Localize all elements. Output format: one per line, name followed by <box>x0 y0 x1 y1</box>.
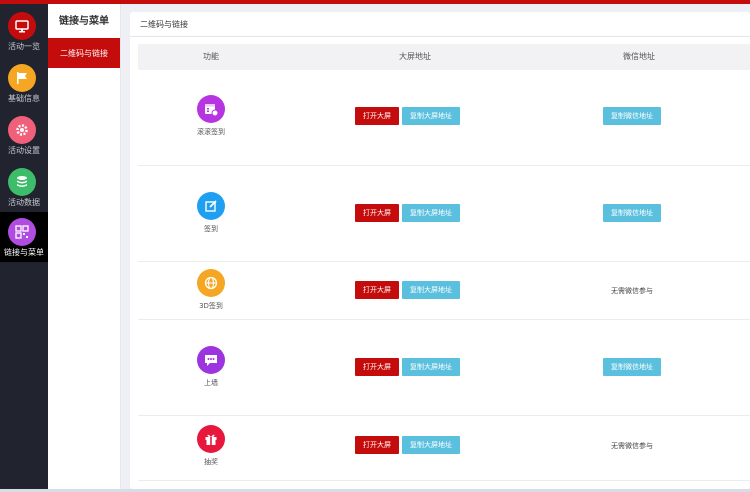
sidebar-item-label: 链接与菜单 <box>4 248 44 257</box>
sidebar-item-label: 活动数据 <box>8 198 40 207</box>
submenu-item-qrcode-links[interactable]: 二维码与链接 <box>48 38 120 68</box>
gift-icon <box>197 425 225 453</box>
sidebar-item-activity-data[interactable]: 活动数据 <box>0 162 48 212</box>
header-wechat-url: 微信地址 <box>623 52 655 61</box>
feature-cell: 上墙 <box>138 346 284 388</box>
table-row: 3D签到 打开大屏 复制大屏地址 无需微信参与 <box>138 262 750 320</box>
table-row: 抽奖 打开大屏 复制大屏地址 无需微信参与 <box>138 416 750 481</box>
monitor-icon <box>8 12 36 40</box>
sidebar-item-basic-info[interactable]: 基础信息 <box>0 58 48 108</box>
sidebar-item-links-menu[interactable]: 链接与菜单 <box>0 212 48 262</box>
copy-screen-url-button[interactable]: 复制大屏地址 <box>402 204 460 222</box>
header-screen-url: 大屏地址 <box>399 52 431 61</box>
open-screen-button[interactable]: 打开大屏 <box>355 107 399 125</box>
calendar-checkin-icon <box>197 95 225 123</box>
feature-label: 上墙 <box>204 379 218 387</box>
table-header: 功能 大屏地址 微信地址 <box>138 44 750 70</box>
feature-label: 抽奖 <box>204 458 218 466</box>
panel-divider <box>130 36 750 37</box>
copy-wechat-url-button[interactable]: 复制微信地址 <box>603 358 661 376</box>
sidebar-item-activity-list[interactable]: 活动一览 <box>0 6 48 56</box>
feature-cell: 签到 <box>138 192 284 234</box>
no-wechat-text: 无需微信参与 <box>611 442 653 450</box>
sidebar-item-label: 活动设置 <box>8 146 40 155</box>
table-row: 签到 打开大屏 复制大屏地址 复制微信地址 <box>138 166 750 262</box>
sidebar-item-activity-settings[interactable]: 活动设置 <box>0 110 48 160</box>
copy-screen-url-button[interactable]: 复制大屏地址 <box>402 358 460 376</box>
copy-screen-url-button[interactable]: 复制大屏地址 <box>402 436 460 454</box>
table-row: 滚滚签到 打开大屏 复制大屏地址 复制微信地址 <box>138 70 750 166</box>
panel-title: 二维码与链接 <box>140 20 188 29</box>
open-screen-button[interactable]: 打开大屏 <box>355 358 399 376</box>
copy-wechat-url-button[interactable]: 复制微信地址 <box>603 107 661 125</box>
gear-icon <box>8 116 36 144</box>
database-icon <box>8 168 36 196</box>
table-row: 上墙 打开大屏 复制大屏地址 复制微信地址 <box>138 320 750 416</box>
open-screen-button[interactable]: 打开大屏 <box>355 204 399 222</box>
submenu: 链接与菜单 二维码与链接 <box>48 4 121 489</box>
flag-icon <box>8 64 36 92</box>
feature-label: 滚滚签到 <box>197 128 225 136</box>
edit-icon <box>197 192 225 220</box>
no-wechat-text: 无需微信参与 <box>611 287 653 295</box>
sidebar-item-label: 基础信息 <box>8 94 40 103</box>
feature-label: 3D签到 <box>199 302 223 310</box>
copy-screen-url-button[interactable]: 复制大屏地址 <box>402 281 460 299</box>
open-screen-button[interactable]: 打开大屏 <box>355 436 399 454</box>
feature-cell: 滚滚签到 <box>138 95 284 137</box>
sidebar-item-label: 活动一览 <box>8 42 40 51</box>
feature-cell: 抽奖 <box>138 425 284 467</box>
submenu-title: 链接与菜单 <box>59 16 109 27</box>
feature-cell: 3D签到 <box>138 269 284 311</box>
header-feature: 功能 <box>203 52 219 61</box>
copy-screen-url-button[interactable]: 复制大屏地址 <box>402 107 460 125</box>
globe-icon <box>197 269 225 297</box>
icon-sidebar: 活动一览 基础信息 活动设置 活动数据 链接与菜单 <box>0 4 48 489</box>
chat-icon <box>197 346 225 374</box>
copy-wechat-url-button[interactable]: 复制微信地址 <box>603 204 661 222</box>
links-panel: 二维码与链接 功能 大屏地址 微信地址 滚滚签到 打开大屏 复制大屏地址 复制微… <box>130 12 750 489</box>
qrcode-icon <box>8 218 36 246</box>
feature-label: 签到 <box>204 225 218 233</box>
open-screen-button[interactable]: 打开大屏 <box>355 281 399 299</box>
